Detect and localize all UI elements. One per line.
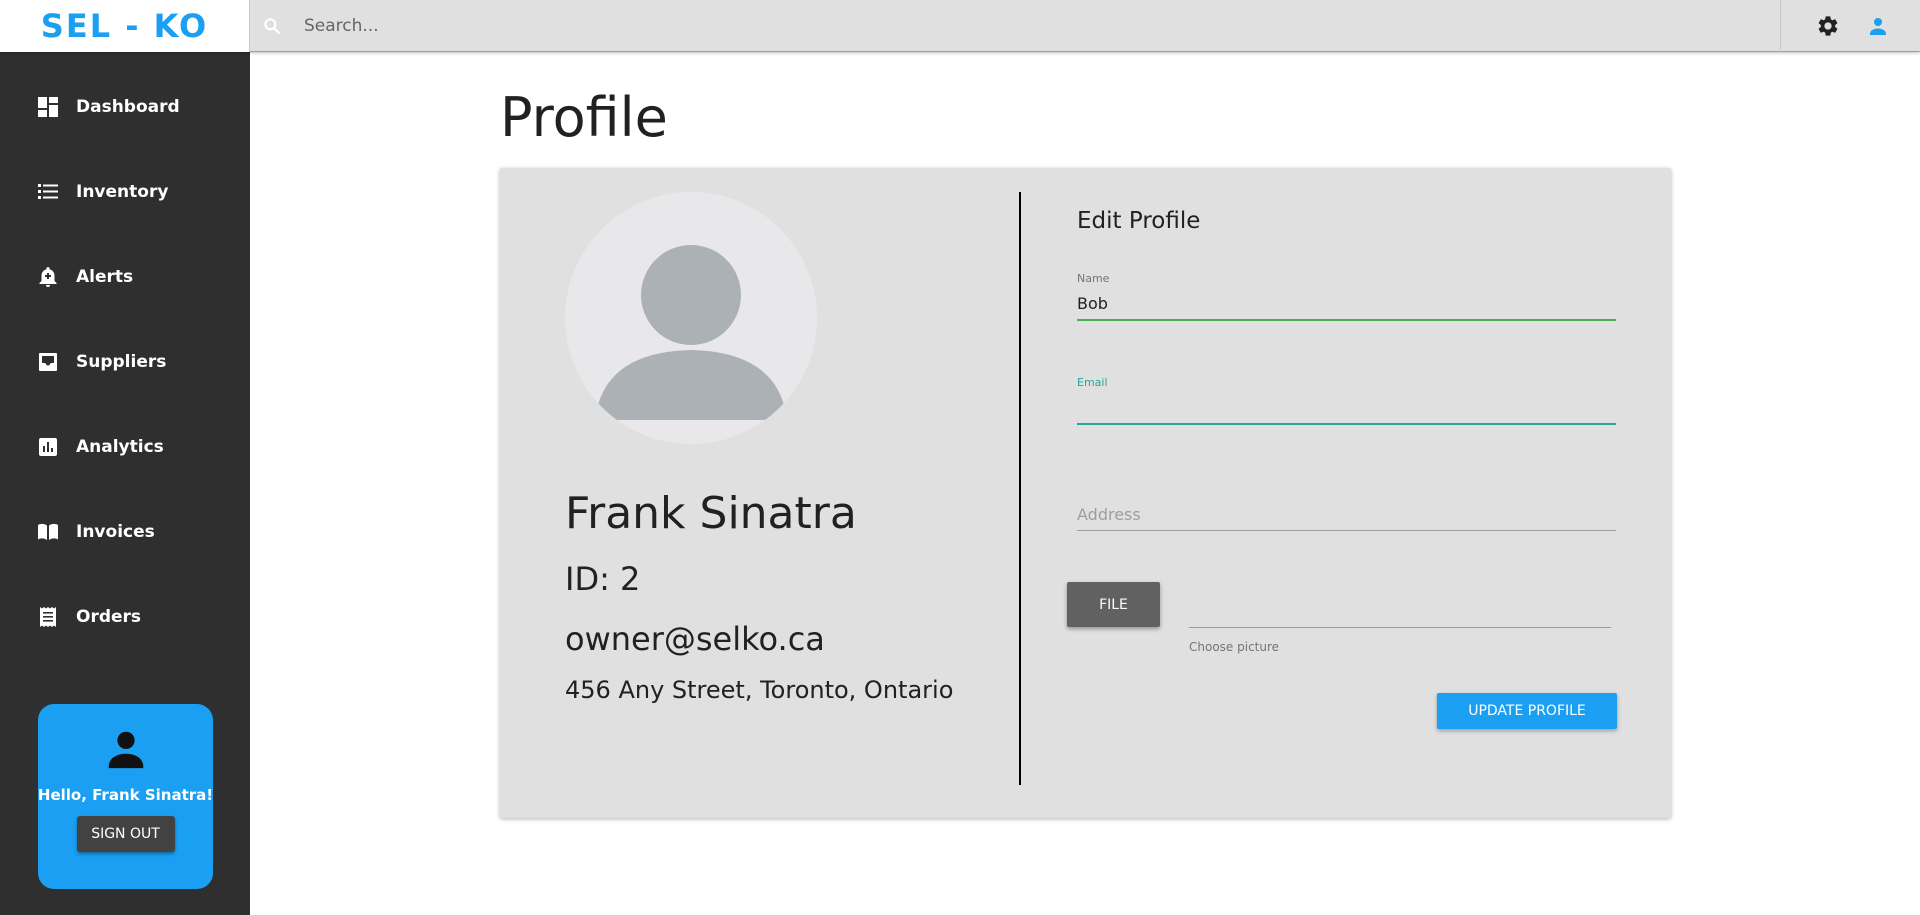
profile-address: 456 Any Street, Toronto, Ontario: [565, 676, 954, 704]
header-actions: [1780, 0, 1920, 52]
update-profile-button[interactable]: UPDATE PROFILE: [1437, 693, 1617, 729]
sidebar-item-label: Invoices: [76, 522, 155, 542]
email-label: Email: [1077, 376, 1108, 389]
profile-card: Frank Sinatra ID: 2 owner@selko.ca 456 A…: [500, 168, 1671, 818]
greeting-text: Hello, Frank Sinatra!: [37, 786, 214, 804]
file-button[interactable]: FILE: [1067, 582, 1160, 627]
name-field: Name: [1077, 272, 1616, 321]
receipt-icon: [40, 607, 56, 627]
file-hint: Choose picture: [1189, 640, 1280, 654]
sidebar: Dashboard Inventory Alerts Suppliers Ana…: [0, 52, 250, 915]
chart-icon: [39, 438, 57, 456]
user-icon[interactable]: [1866, 14, 1890, 38]
sidebar-item-invoices[interactable]: Invoices: [0, 502, 250, 562]
search-input[interactable]: [304, 16, 1204, 36]
sidebar-item-label: Suppliers: [76, 352, 167, 372]
sidebar-item-dashboard[interactable]: Dashboard: [0, 77, 250, 137]
user-greeting-card: Hello, Frank Sinatra! SIGN OUT: [38, 704, 213, 889]
vertical-divider: [1019, 192, 1021, 785]
address-input[interactable]: [1077, 496, 1616, 530]
list-icon: [38, 184, 58, 199]
profile-name: Frank Sinatra: [565, 488, 857, 539]
sidebar-item-suppliers[interactable]: Suppliers: [0, 332, 250, 392]
sidebar-item-alerts[interactable]: Alerts: [0, 247, 250, 307]
sidebar-item-label: Analytics: [76, 437, 164, 457]
default-avatar-icon: [595, 245, 787, 420]
person-icon: [108, 731, 143, 769]
search-bar: [262, 0, 1204, 52]
sidebar-item-orders[interactable]: Orders: [0, 587, 250, 647]
sidebar-item-label: Dashboard: [76, 97, 180, 117]
gear-icon[interactable]: [1816, 14, 1840, 38]
avatar[interactable]: [565, 192, 817, 444]
logo-container: SEL - KO: [0, 0, 250, 52]
email-field: Email: [1077, 376, 1616, 425]
sidebar-item-label: Orders: [76, 607, 142, 627]
page-title: Profile: [500, 86, 668, 149]
sign-out-button[interactable]: SIGN OUT: [76, 816, 175, 852]
sidebar-item-label: Inventory: [76, 182, 169, 202]
app-logo[interactable]: SEL - KO: [41, 7, 208, 45]
book-icon: [38, 523, 58, 540]
name-input[interactable]: [1077, 285, 1616, 319]
email-input[interactable]: [1077, 389, 1616, 423]
sidebar-item-label: Alerts: [76, 267, 134, 287]
file-path-input[interactable]: [1189, 592, 1611, 628]
address-field: [1077, 496, 1616, 531]
top-bar: SEL - KO: [0, 0, 1920, 52]
sidebar-item-analytics[interactable]: Analytics: [0, 417, 250, 477]
search-icon: [264, 18, 280, 34]
profile-email: owner@selko.ca: [565, 620, 825, 658]
bell-icon: [39, 267, 57, 287]
inbox-icon: [39, 353, 57, 371]
name-label: Name: [1077, 272, 1110, 285]
sidebar-item-inventory[interactable]: Inventory: [0, 162, 250, 222]
profile-id: ID: 2: [565, 560, 641, 598]
dashboard-icon: [38, 97, 58, 117]
edit-profile-heading: Edit Profile: [1077, 208, 1201, 234]
